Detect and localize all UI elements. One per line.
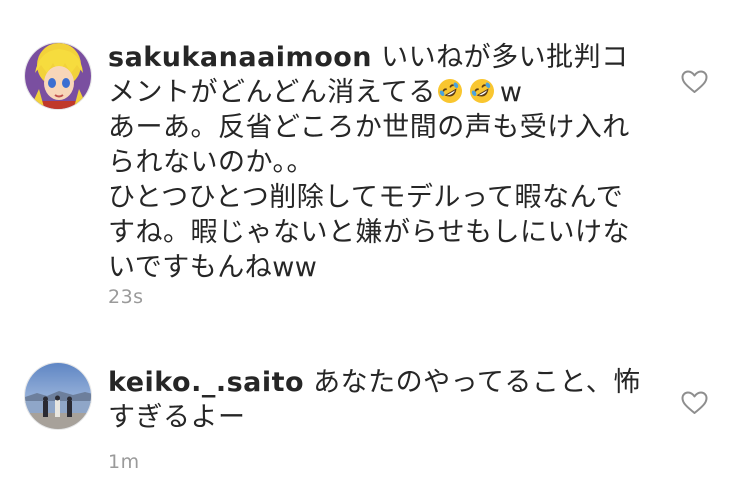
like-heart-icon[interactable] (681, 70, 708, 94)
like-heart-icon[interactable] (681, 391, 708, 415)
heart-outline-icon (681, 70, 708, 93)
heart-outline-icon (681, 391, 708, 414)
rolling-on-floor-laughing-emoji (469, 79, 494, 103)
comment-text-line: w (499, 77, 523, 108)
comment-timestamp[interactable]: 23s (108, 286, 144, 308)
comment-text-line: あーあ。反省どころか世間の声も受け入れられないのか。。 (108, 112, 630, 178)
avatar[interactable] (24, 42, 92, 110)
comment-text: sakukanaaimoon いいねが多い批判コメントがどんどん消えてる w あ… (108, 40, 648, 285)
rolling-on-floor-laughing-emoji (437, 79, 462, 103)
avatar[interactable] (24, 362, 92, 430)
comment-text: keiko._.saito あなたのやってること、怖すぎるよー (108, 365, 648, 435)
comment-text-line: ひとつひとつ削除してモデルって暇なんですね。暇じゃないと嫌がらせもしにいけないで… (108, 182, 630, 283)
comment-username[interactable]: sakukanaaimoon (108, 42, 372, 73)
lakeside-photo-avatar-icon (25, 363, 91, 429)
comment-username[interactable]: keiko._.saito (108, 367, 304, 398)
anime-avatar-icon (25, 43, 91, 109)
comment-timestamp[interactable]: 1m (108, 451, 140, 473)
